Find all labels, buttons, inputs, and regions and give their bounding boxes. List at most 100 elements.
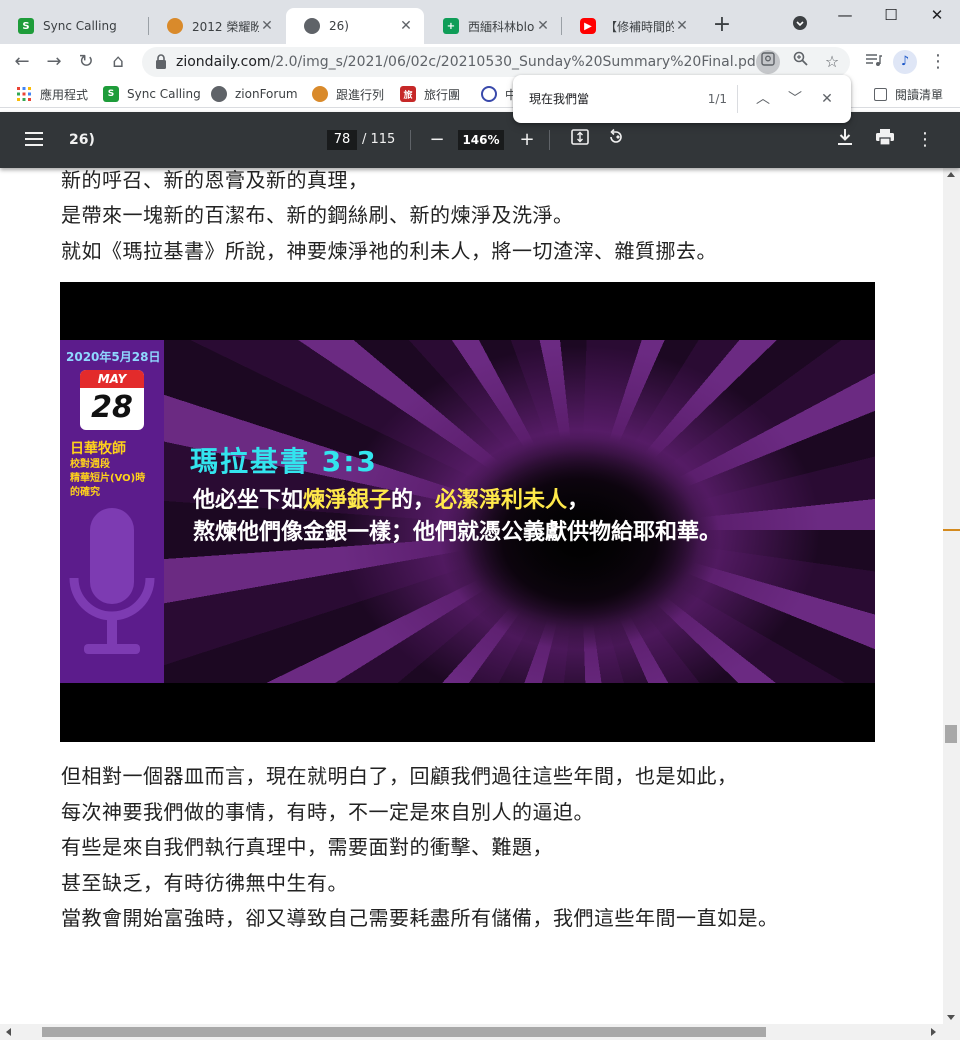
bookmark-label: 旅行團 [424,87,461,102]
tab-2012[interactable]: 2012 榮耀盼望 ✕ [149,8,285,44]
page-number-input[interactable] [327,130,357,150]
find-match-count: 1/1 [707,92,727,106]
minimize-button[interactable]: — [822,0,868,32]
url-text: ziondaily.com/2.0/img_s/2021/06/02c/2021… [176,47,756,77]
find-bar: 1/1 ︿ ﹀ ✕ [513,75,851,123]
tab-search-button[interactable] [786,14,814,38]
scroll-up-icon[interactable] [947,172,955,177]
doc-line: 每次神要我們做的事情，有時，不一定是來自別人的逼迫。 [61,800,594,824]
horizontal-scrollbar[interactable] [0,1024,960,1040]
zoom-in-button[interactable]: + [515,128,539,152]
verse-highlight: 煉淨銀子 [303,488,392,513]
tab-strip: S Sync Calling 2012 榮耀盼望 ✕ 26) ✕ + 西緬科林b… [0,0,960,44]
tab-blog[interactable]: + 西緬科林blog ✕ [425,8,561,44]
doc-line: 新的呼召、新的恩膏及新的真理， [61,168,369,192]
maximize-button[interactable]: ☐ [868,0,914,32]
calendar-month: MAY [80,370,144,388]
apps-grid-icon [16,86,32,102]
slide-subtitle-line: 精華短片(VO)時 [70,473,146,484]
slide-side-panel: 2020年5月28日 MAY 28 日華牧師 校對週段 精華短片(VO)時 的確… [60,340,164,683]
pdf-more-icon[interactable]: ⋮ [913,128,937,152]
scroll-down-icon[interactable] [947,1015,955,1020]
forward-button[interactable]: → [40,48,68,76]
slide-pastor: 日華牧師 [70,441,126,457]
back-button[interactable]: ← [8,48,36,76]
travel-icon: 旅 [400,86,416,102]
reload-button[interactable]: ↻ [72,48,100,76]
tab-title: 西緬科林blog [468,19,535,34]
lock-icon [156,54,166,69]
tab-title: Sync Calling [43,19,117,33]
media-control-icon[interactable] [860,48,888,76]
doc-line: 但相對一個器皿而言，現在就明白了，回顧我們過往這些年間，也是如此， [61,764,738,788]
url-path: /2.0/img_s/2021/06/02c/20210530_Sunday%2… [270,54,756,70]
tab-youtube[interactable]: ▶ 【修補時間的 ✕ [562,8,700,44]
close-icon[interactable]: ✕ [398,18,414,34]
cookie-icon [312,86,328,102]
find-in-page-icon[interactable] [756,50,780,74]
address-bar[interactable]: ziondaily.com/2.0/img_s/2021/06/02c/2021… [142,47,850,77]
bookmark-label: 閱讀清單 [895,87,944,102]
new-tab-button[interactable]: + [708,12,736,40]
bookmark-label: 應用程式 [40,87,89,102]
bookmark-apps[interactable]: 應用程式 [16,84,88,104]
more-menu-icon[interactable]: ⋮ [924,48,952,76]
cookie-icon [167,18,183,34]
globe-icon [211,86,227,102]
profile-avatar[interactable]: ♪ [893,50,917,74]
horizontal-scroll-thumb[interactable] [42,1027,766,1037]
menu-icon[interactable] [22,128,46,152]
scroll-right-icon[interactable] [931,1028,936,1036]
microphone-icon [69,508,155,654]
tab-pdf[interactable]: 26) ✕ [286,8,424,44]
doc-line: 有些是來自我們執行真理中，需要面對的衝擊、難題， [61,835,553,859]
slide-date: 2020年5月28日 [66,350,161,364]
zoom-level[interactable]: 146% [458,130,504,150]
vertical-scroll-thumb[interactable] [945,725,957,743]
bookmark-label: 跟進行列 [336,87,385,102]
close-icon[interactable]: ✕ [674,18,690,34]
scroll-left-icon[interactable] [6,1028,11,1036]
zoom-out-button[interactable]: − [425,128,449,152]
slide-subtitle-line: 的確究 [70,487,100,498]
find-input[interactable] [529,75,679,123]
tab-title: 2012 榮耀盼望 [192,19,259,34]
slide-subtitle-line: 校對週段 [70,459,110,470]
find-next-button[interactable]: ﹀ [783,87,807,111]
tab-sync-calling[interactable]: S Sync Calling [0,8,148,44]
fit-page-icon[interactable] [568,128,592,152]
find-match-marker [943,529,960,531]
bookmark-travel[interactable]: 旅 旅行團 [400,84,460,104]
bookmark-label: Sync Calling [127,87,201,101]
bookmark-clock[interactable]: 中 [481,84,517,104]
find-close-button[interactable]: ✕ [815,87,839,111]
page-total: / 115 [362,132,396,147]
chevron-down-icon [793,16,807,30]
pdf-title: 26) [69,132,95,148]
bookmark-label: zionForum [235,87,298,101]
close-icon[interactable]: ✕ [535,18,551,34]
clock-icon [481,86,497,102]
print-icon[interactable] [873,128,897,152]
find-previous-button[interactable]: ︿ [751,87,775,111]
bookmark-follow-up[interactable]: 跟進行列 [312,84,384,104]
verse-text: 他必坐下如 [193,488,304,513]
home-button[interactable]: ⌂ [104,48,132,76]
reading-list-icon [874,87,887,101]
verse-highlight: 必潔淨利未人 [435,488,568,513]
reading-list-button[interactable]: 閱讀清單 [874,84,943,104]
sheets-icon: + [443,18,459,34]
doc-line: 甚至缺乏，有時彷彿無中生有。 [61,871,348,895]
rotate-icon[interactable] [604,128,628,152]
verse-text: 的， [391,488,436,513]
zoom-icon[interactable] [788,50,812,74]
vertical-scrollbar[interactable] [943,168,960,1024]
close-window-button[interactable]: ✕ [914,0,960,32]
close-icon[interactable]: ✕ [259,18,275,34]
bookmark-sync-calling[interactable]: S Sync Calling [103,84,201,104]
download-icon[interactable] [833,128,857,152]
star-icon[interactable]: ☆ [820,50,844,74]
bookmark-zionforum[interactable]: zionForum [211,84,298,104]
tab-title: 【修補時間的 [605,19,674,34]
verse-text: ， [567,488,590,513]
